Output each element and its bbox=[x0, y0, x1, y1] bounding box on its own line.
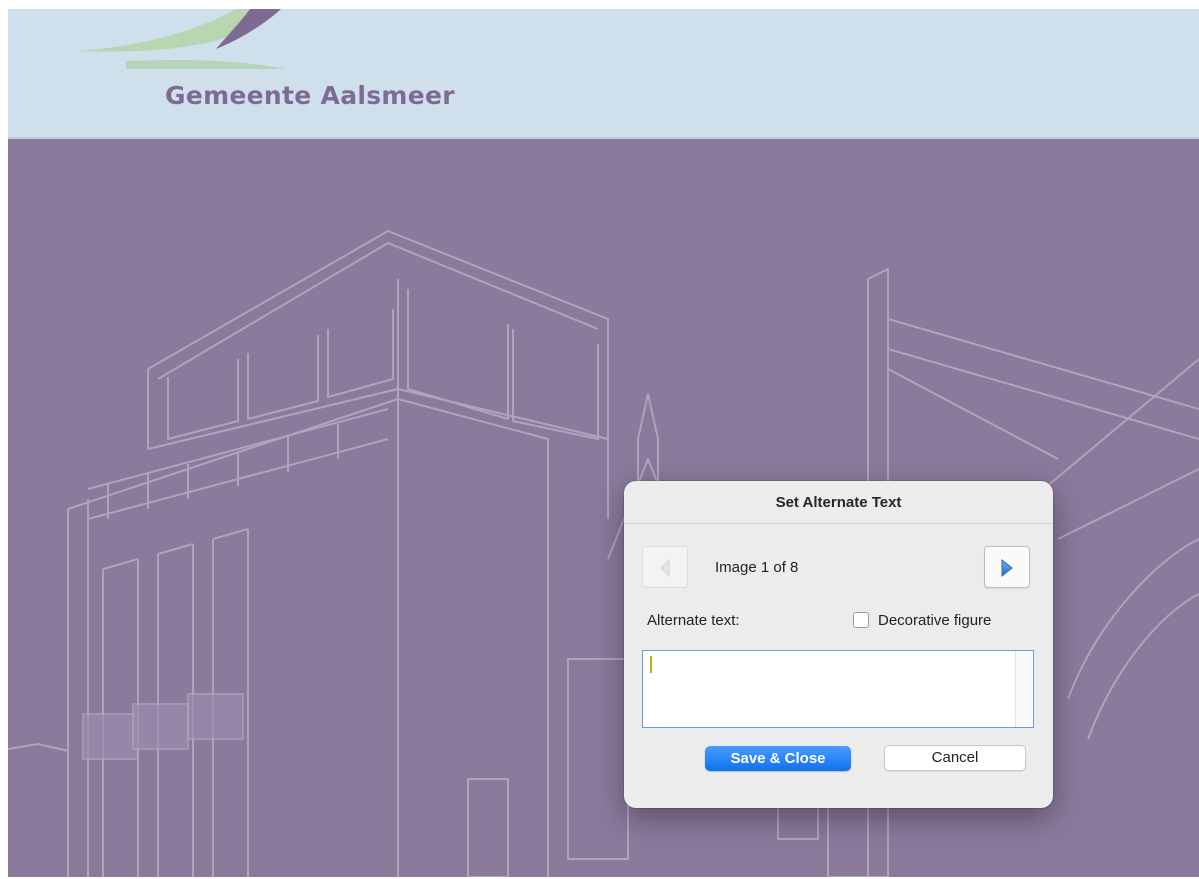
dialog-title: Set Alternate Text bbox=[624, 481, 1053, 524]
next-image-button[interactable] bbox=[984, 546, 1030, 588]
save-and-close-button[interactable]: Save & Close bbox=[705, 746, 851, 771]
page-header: Gemeente Aalsmeer bbox=[8, 9, 1199, 139]
triangle-left-icon bbox=[660, 558, 670, 578]
decorative-figure-checkbox[interactable] bbox=[853, 612, 869, 628]
image-counter: Image 1 of 8 bbox=[715, 559, 799, 576]
alt-text-input[interactable] bbox=[642, 650, 1034, 728]
alt-text-label: Alternate text: bbox=[647, 612, 740, 629]
triangle-right-icon bbox=[1001, 558, 1013, 578]
decorative-figure-label[interactable]: Decorative figure bbox=[878, 612, 991, 629]
org-name: Gemeente Aalsmeer bbox=[165, 81, 455, 110]
textarea-scrollbar[interactable] bbox=[1015, 651, 1033, 727]
cancel-button[interactable]: Cancel bbox=[884, 745, 1026, 771]
previous-image-button[interactable] bbox=[642, 546, 688, 588]
text-caret bbox=[650, 656, 652, 673]
set-alt-text-dialog: Set Alternate Text Image 1 of 8 Alternat… bbox=[624, 481, 1053, 808]
logo-leaf-icon bbox=[78, 9, 286, 69]
